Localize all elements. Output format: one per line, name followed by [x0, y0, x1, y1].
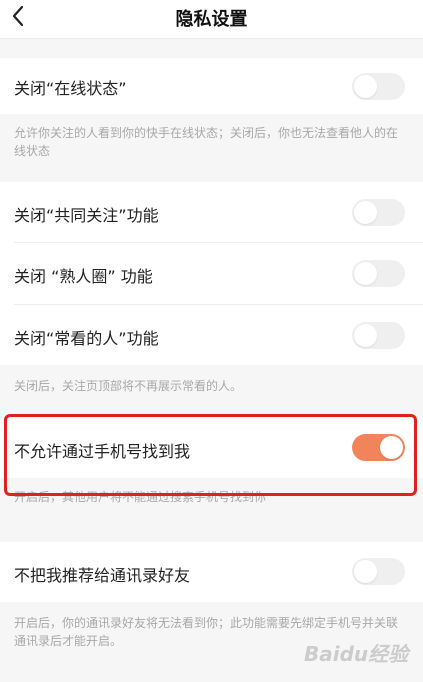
toggle-knob [354, 75, 377, 98]
settings-group-features: 关闭“共同关注”功能 关闭 “熟人圈” 功能 关闭“常看的人”功能 [0, 182, 423, 365]
toggle-acquaintance-circle[interactable] [352, 260, 405, 287]
toggle-find-by-phone[interactable] [352, 434, 405, 461]
setting-row-recommend-contacts: 不把我推荐给通讯录好友 [0, 542, 423, 602]
toggle-online-status[interactable] [352, 73, 405, 100]
setting-label-acquaintance-circle: 关闭 “熟人圈” 功能 [14, 267, 153, 286]
toggle-knob [354, 201, 377, 224]
setting-row-online-status: 关闭“在线状态” [0, 58, 423, 114]
find-by-phone-description: 开启后，其他用户将不能通过搜索手机号找到你 [14, 490, 267, 504]
online-status-description: 允许你关注的人看到你的快手在线状态；关闭后，你也无法查看他人的在线状态 [14, 126, 399, 158]
setting-label-find-by-phone: 不允许通过手机号找到我 [14, 442, 191, 461]
divider [14, 304, 423, 305]
toggle-recommend-contacts[interactable] [352, 558, 405, 585]
setting-label-recommend-contacts: 不把我推荐给通讯录好友 [14, 566, 191, 585]
top-bar: 隐私设置 [0, 0, 423, 39]
toggle-knob [354, 262, 377, 285]
toggle-mutual-follow[interactable] [352, 199, 405, 226]
toggle-knob [380, 436, 403, 459]
setting-label-mutual-follow: 关闭“共同关注”功能 [14, 206, 159, 225]
divider [14, 242, 423, 243]
toggle-knob [354, 560, 377, 583]
setting-row-find-by-phone: 不允许通过手机号找到我 [0, 418, 423, 478]
toggle-frequent-viewers[interactable] [352, 322, 405, 349]
toggle-knob [354, 324, 377, 347]
page-title: 隐私设置 [175, 9, 248, 30]
setting-label-online-status: 关闭“在线状态” [14, 79, 127, 98]
frequent-viewers-description: 关闭后，关注页顶部将不再展示常看的人。 [14, 379, 243, 393]
watermark: Baidu经验 [304, 642, 409, 666]
setting-label-frequent-viewers: 关闭“常看的人”功能 [14, 329, 159, 348]
